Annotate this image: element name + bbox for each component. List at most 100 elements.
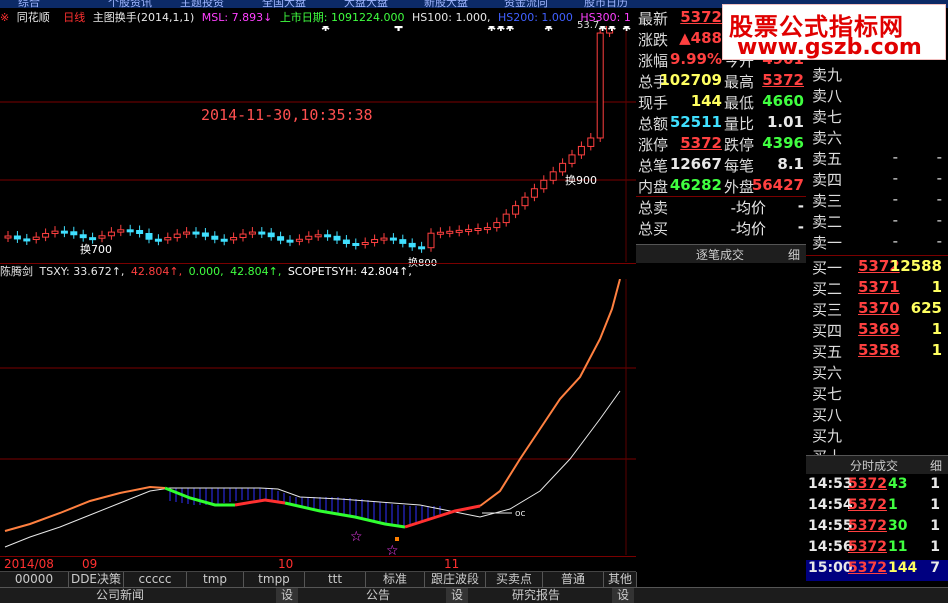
nav-item[interactable]: 个股资讯 — [108, 0, 152, 8]
marker — [395, 537, 399, 541]
app-logo-icon: ※ — [0, 11, 10, 24]
candle-body — [446, 230, 454, 234]
tab-item[interactable]: 普通 — [543, 572, 604, 587]
time-trades-list: 14:53 5372 43 1 14:54 5372 1 1 14:55 5372 30 1 14:56… — [806, 476, 948, 582]
candle-body — [587, 137, 595, 147]
tab-item[interactable]: tmpp — [244, 572, 305, 587]
star-marker: ✱ — [321, 26, 330, 34]
nav-item[interactable]: 资金流向 — [504, 0, 548, 8]
ask-row[interactable]: 卖八 — [806, 85, 948, 106]
chart-header: ※ 同花顺 日线 主图换手(2014,1,1) MSL: 7.893↓ 上市日期… — [0, 9, 636, 26]
indicator-name[interactable]: 主图换手(2014,1,1) — [93, 11, 195, 24]
nav-item[interactable]: 主题投资 — [180, 0, 224, 8]
candle-body — [577, 145, 585, 156]
ask-row[interactable]: 卖五 - - — [806, 148, 948, 169]
trade-time: 15:00 — [808, 560, 853, 576]
ask-row[interactable]: 卖四 - - — [806, 169, 948, 190]
settings-button[interactable]: 设 — [446, 588, 468, 603]
candle-body — [521, 196, 529, 207]
tab-item[interactable]: 跟庄波段 — [425, 572, 486, 587]
time-trades-detail-button[interactable]: 细 — [930, 457, 942, 474]
candle-body — [352, 243, 360, 247]
ask-row[interactable]: 卖二 - - — [806, 211, 948, 232]
candle-body — [333, 235, 341, 241]
trade-price: 5372 — [848, 476, 887, 492]
ticks-detail-button[interactable]: 细 — [788, 246, 800, 263]
bid-row[interactable]: 买一 5372 12588 — [806, 257, 948, 278]
nav-item[interactable]: 新股大盘 — [424, 0, 468, 8]
trade-price: 5372 — [848, 518, 887, 534]
time-trades-title[interactable]: 分时成交 — [850, 457, 898, 474]
star-marker: ✱ — [622, 26, 631, 34]
ask-row[interactable]: 卖九 — [806, 64, 948, 85]
watermark-logo: 股票公式指标网 www.gszb.com — [722, 4, 946, 60]
quote-label: 最新 — [638, 10, 669, 28]
company-news-tab[interactable]: 公司新闻 — [60, 588, 180, 603]
bid-row[interactable]: 买九 — [806, 425, 948, 446]
candle-body — [23, 238, 31, 242]
settings-button[interactable]: 设 — [276, 588, 298, 603]
trade-volume: 43 — [888, 476, 908, 492]
bid-row[interactable]: 买五 5358 1 — [806, 341, 948, 362]
ask-row[interactable]: 卖三 - - — [806, 190, 948, 211]
tab-item[interactable]: 标准 — [366, 572, 425, 587]
bid-row[interactable]: 买八 — [806, 404, 948, 425]
date-tick: 10 — [278, 557, 294, 571]
ask-row[interactable]: 卖七 — [806, 106, 948, 127]
bid-row[interactable]: 买四 5369 1 — [806, 320, 948, 341]
nav-item[interactable]: 股市日历 — [584, 0, 628, 8]
date-tick: 11 — [444, 557, 460, 571]
trade-row: 14:53 5372 43 1 — [806, 476, 948, 497]
tab-item[interactable]: ttt — [305, 572, 366, 587]
period-label[interactable]: 日线 — [63, 11, 85, 24]
ask-label: 卖七 — [812, 108, 843, 126]
tab-item[interactable]: tmp — [187, 572, 244, 587]
trade-count: 7 — [930, 560, 940, 576]
white-line — [4, 390, 621, 548]
tab-item[interactable]: DDE决策 — [69, 572, 124, 587]
bid-qty: 1 — [931, 341, 942, 359]
ask-row[interactable]: 卖一 - - — [806, 232, 948, 253]
announcement-tab[interactable]: 公告 — [330, 588, 426, 603]
high-price-label: 53.7 — [577, 20, 600, 31]
nav-item[interactable]: 全国大盘 — [262, 0, 306, 8]
indicator-chart[interactable]: oc ☆ ☆ — [0, 279, 636, 555]
trade-time: 14:55 — [808, 518, 853, 534]
nav-item[interactable]: 大盘大盘 — [344, 0, 388, 8]
tab-item[interactable]: 其他 — [604, 572, 637, 587]
ticks-title[interactable]: 逐笔成交 — [696, 246, 744, 263]
bid-row[interactable]: 买三 5370 625 — [806, 299, 948, 320]
trade-price: 5372 — [848, 560, 887, 576]
bid-label: 买五 — [812, 343, 843, 361]
candle-body — [98, 235, 106, 239]
bid-label: 买六 — [812, 364, 843, 382]
candle-body — [248, 231, 256, 235]
tab-item[interactable]: 买卖点 — [486, 572, 543, 587]
indicator-title[interactable]: 陈腾剑 — [0, 265, 33, 278]
trade-time: 14:56 — [808, 539, 853, 555]
candle-body — [305, 235, 313, 240]
candle-body — [596, 32, 604, 139]
nav-item[interactable]: 综合 — [18, 0, 40, 8]
tab-item[interactable]: ccccc — [124, 572, 187, 587]
ask-row[interactable]: 卖六 — [806, 127, 948, 148]
bid-label: 买四 — [812, 322, 843, 340]
candle-body — [314, 234, 322, 238]
candlestick-chart[interactable]: ✱ ✚ ✱✱✱ ✱ ✱✱ ✱ — [0, 26, 636, 262]
quote-value: 12667 — [669, 155, 722, 173]
bid-row[interactable]: 买二 5371 1 — [806, 278, 948, 299]
quote-value: 56427 — [751, 176, 804, 194]
settings-button[interactable]: 设 — [612, 588, 634, 603]
tab-item[interactable]: 00000 — [0, 572, 69, 587]
candle-body — [79, 234, 87, 239]
quote-label: 总笔 — [638, 157, 669, 175]
candle-body — [145, 233, 153, 240]
candle-body — [230, 237, 238, 241]
bid-row[interactable]: 买七 — [806, 383, 948, 404]
research-report-tab[interactable]: 研究报告 — [488, 588, 584, 603]
quote-label: 现手 — [638, 94, 669, 112]
date-tick: 09 — [82, 557, 98, 571]
quote-value: 4396 — [762, 134, 804, 152]
candle-body — [220, 238, 228, 242]
bid-row[interactable]: 买六 — [806, 362, 948, 383]
